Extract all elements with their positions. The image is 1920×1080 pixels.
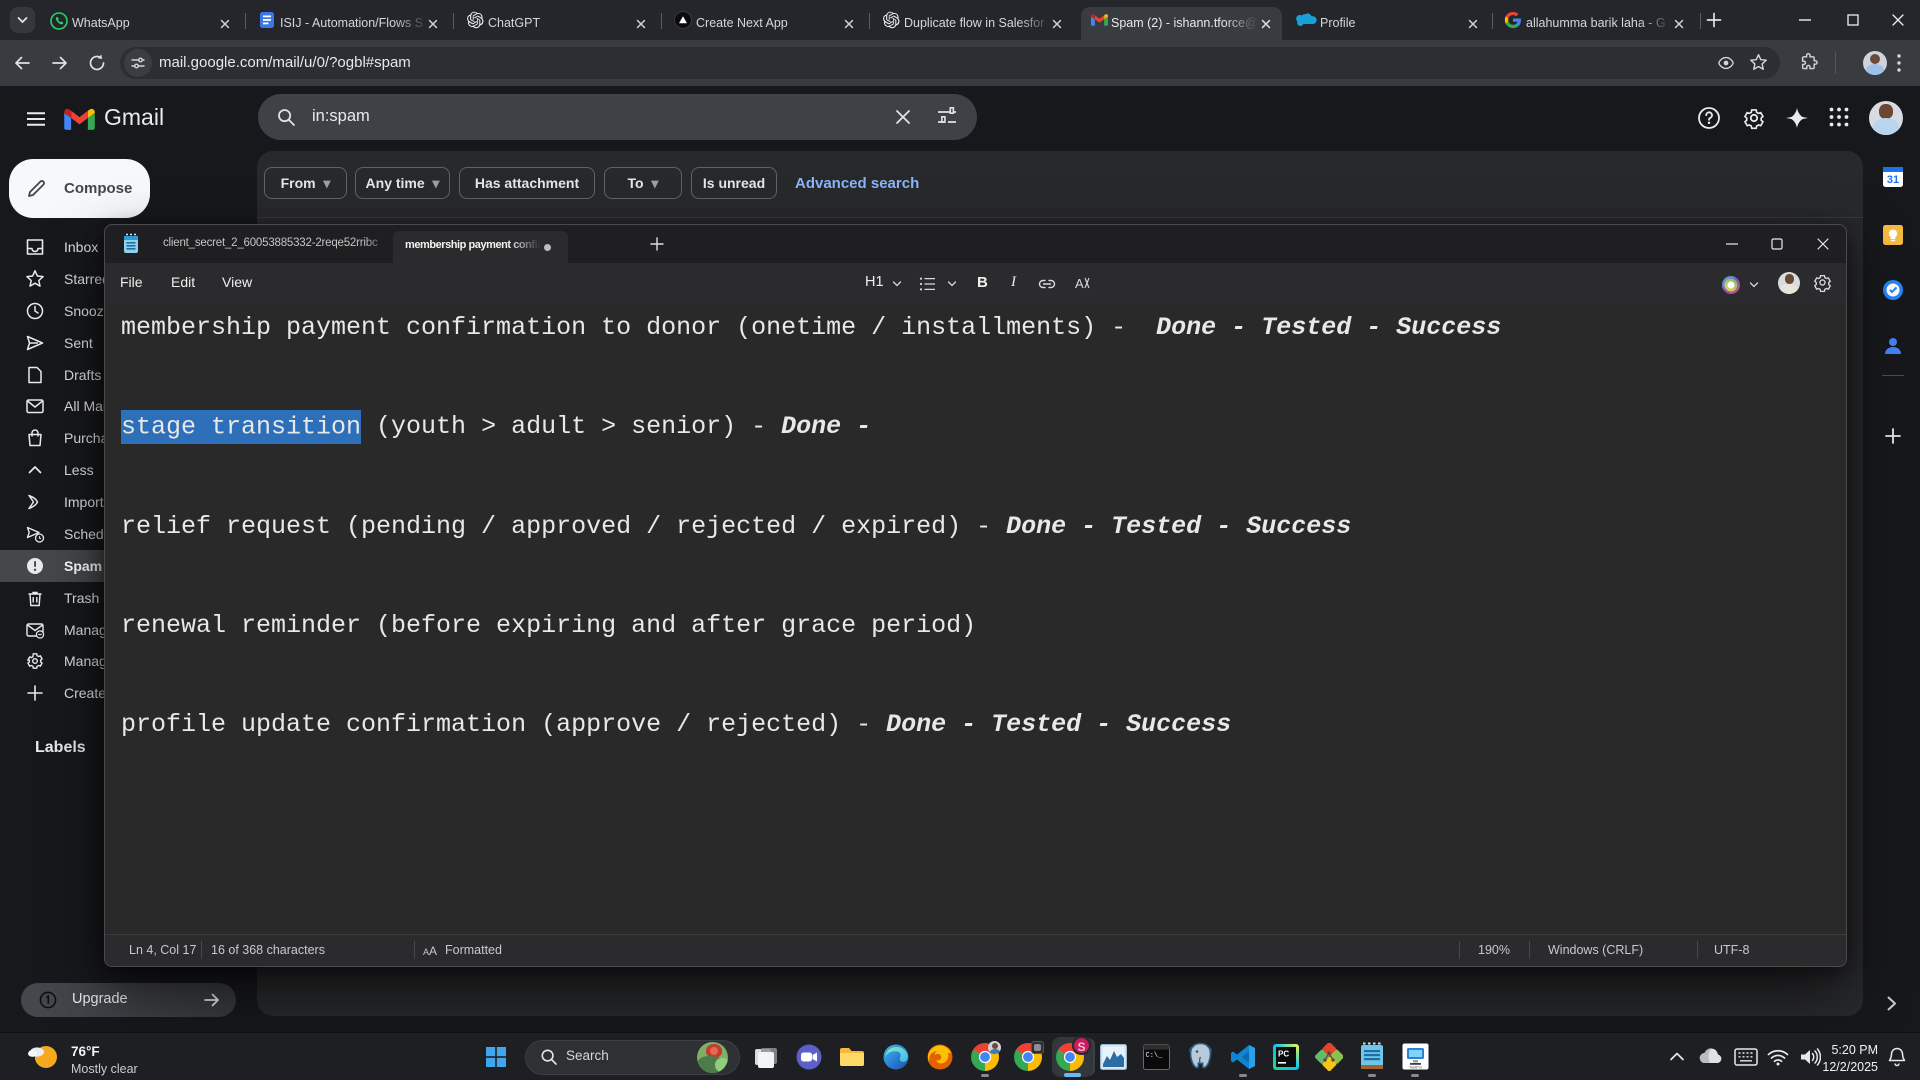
svg-text:PC: PC [1278,1050,1289,1059]
svg-text:TaskPro: TaskPro [1409,1066,1422,1070]
svg-text:A: A [429,944,437,957]
svg-text:A: A [1075,276,1084,291]
svg-text:C:\_: C:\_ [1146,1052,1164,1060]
svg-text:31: 31 [1887,174,1899,186]
